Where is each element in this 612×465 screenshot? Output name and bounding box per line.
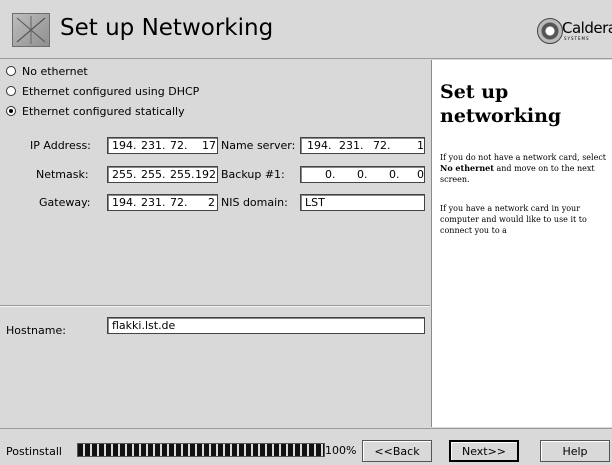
ns-octet-3: 72. bbox=[373, 139, 391, 152]
ip-address-field[interactable]: 194. 231. 72. 17 bbox=[107, 137, 218, 154]
page-title: Set up Networking bbox=[60, 15, 274, 41]
next-button[interactable]: Next>> bbox=[449, 440, 519, 462]
backup-field[interactable]: 0. 0. 0. 0 bbox=[300, 166, 425, 183]
backup-octet-1: 0. bbox=[325, 168, 336, 181]
help-paragraph-1: If you do not have a network card, selec… bbox=[440, 152, 612, 185]
back-button[interactable]: <<Back bbox=[362, 440, 432, 462]
logo-subtext: SYSTEMS bbox=[564, 36, 590, 41]
radio-label: Ethernet configured statically bbox=[22, 104, 185, 118]
netmask-octet-1: 255. bbox=[112, 168, 137, 181]
footer: Postinstall 100% <<Back Next>> Help bbox=[0, 428, 612, 465]
radio-dhcp[interactable]: Ethernet configured using DHCP bbox=[6, 83, 199, 99]
radio-label: Ethernet configured using DHCP bbox=[22, 84, 200, 98]
nis-domain-field[interactable]: LST bbox=[300, 194, 425, 211]
help-text: If you do not have a network card, selec… bbox=[440, 153, 607, 162]
ip-address-label: IP Address: bbox=[30, 139, 91, 152]
help-button[interactable]: Help bbox=[540, 440, 610, 462]
gateway-octet-4: 2 bbox=[208, 196, 215, 209]
radio-label: No ethernet bbox=[22, 64, 88, 78]
networking-icon bbox=[12, 13, 50, 47]
progress-label: Postinstall bbox=[6, 445, 62, 458]
gateway-octet-3: 72. bbox=[170, 196, 188, 209]
netmask-octet-4: 192 bbox=[195, 168, 216, 181]
gateway-label: Gateway: bbox=[39, 196, 91, 209]
ns-octet-1: 194. bbox=[307, 139, 332, 152]
help-paragraph-2: If you have a network card in your compu… bbox=[440, 204, 587, 235]
netmask-label: Netmask: bbox=[36, 168, 89, 181]
progress-percent: 100% bbox=[325, 444, 357, 457]
help-title: Set up networking bbox=[440, 81, 562, 127]
netmask-octet-3: 255. bbox=[170, 168, 195, 181]
progress-bar bbox=[77, 443, 325, 457]
backup-octet-2: 0. bbox=[357, 168, 368, 181]
ip-octet-2: 231. bbox=[141, 139, 166, 152]
name-server-field[interactable]: 194. 231. 72. 1 bbox=[300, 137, 425, 154]
backup-label: Backup #1: bbox=[221, 168, 285, 181]
hostname-label: Hostname: bbox=[6, 324, 66, 337]
radio-button[interactable] bbox=[6, 86, 16, 96]
radio-button-selected[interactable] bbox=[6, 106, 16, 116]
gateway-field[interactable]: 194. 231. 72. 2 bbox=[107, 194, 218, 211]
backup-octet-3: 0. bbox=[389, 168, 400, 181]
nis-domain-value: LST bbox=[305, 196, 325, 209]
nis-domain-label: NIS domain: bbox=[221, 196, 288, 209]
ns-octet-4: 1 bbox=[417, 139, 424, 152]
name-server-label: Name server: bbox=[221, 139, 296, 152]
header: Set up Networking Caldera SYSTEMS bbox=[0, 0, 612, 59]
radio-static[interactable]: Ethernet configured statically bbox=[6, 103, 185, 119]
ns-octet-2: 231. bbox=[339, 139, 364, 152]
section-divider bbox=[0, 305, 430, 307]
ip-octet-3: 72. bbox=[170, 139, 188, 152]
help-text-bold: No ethernet bbox=[440, 163, 494, 173]
ip-octet-1: 194. bbox=[112, 139, 137, 152]
netmask-octet-2: 255. bbox=[141, 168, 166, 181]
radio-no-ethernet[interactable]: No ethernet bbox=[6, 63, 88, 79]
help-panel: Set up networking If you do not have a n… bbox=[431, 60, 612, 427]
logo-icon bbox=[537, 18, 563, 44]
backup-octet-4: 0 bbox=[417, 168, 424, 181]
hostname-value: flakki.lst.de bbox=[112, 319, 176, 332]
gateway-octet-1: 194. bbox=[112, 196, 137, 209]
gateway-octet-2: 231. bbox=[141, 196, 166, 209]
ip-octet-4: 17 bbox=[202, 139, 216, 152]
logo-text: Caldera bbox=[562, 19, 612, 37]
caldera-logo: Caldera SYSTEMS bbox=[537, 18, 612, 44]
hostname-field[interactable]: flakki.lst.de bbox=[107, 317, 425, 334]
radio-button[interactable] bbox=[6, 66, 16, 76]
netmask-field[interactable]: 255. 255. 255. 192 bbox=[107, 166, 218, 183]
settings-panel: No ethernet Ethernet configured using DH… bbox=[0, 59, 430, 428]
